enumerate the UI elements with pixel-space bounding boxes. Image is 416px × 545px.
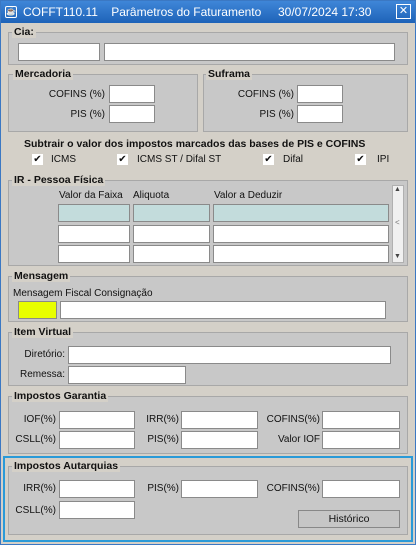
autarquias-pis-field[interactable]	[181, 480, 258, 498]
autarquias-cofins-field[interactable]	[322, 480, 400, 498]
autarquias-cofins-label: COFINS(%)	[266, 483, 320, 494]
ir-row3-valor-deduzir[interactable]	[213, 245, 389, 263]
icms-st-difal-st-checkbox[interactable]: ✔	[117, 154, 128, 165]
mensagem-code-field[interactable]	[18, 301, 57, 319]
mercadoria-cofins-label: COFINS (%)	[48, 89, 105, 100]
ir-row2-valor-deduzir[interactable]	[213, 225, 389, 243]
item-virtual-legend: Item Virtual	[12, 326, 73, 338]
garantia-pis-label: PIS(%)	[147, 434, 179, 445]
historico-button[interactable]: Histórico	[298, 510, 400, 528]
close-icon[interactable]: ✕	[396, 4, 411, 19]
suframa-cofins-field[interactable]	[297, 85, 343, 103]
garantia-irr-field[interactable]	[181, 411, 258, 429]
garantia-legend: Impostos Garantia	[12, 390, 109, 402]
col-aliquota: Aliquota	[133, 190, 170, 201]
valor-iof-label: Valor IOF	[277, 434, 320, 445]
ir-row1-valor-faixa[interactable]	[58, 204, 130, 222]
ir-row1-valor-deduzir[interactable]	[213, 204, 389, 222]
cia-code-field[interactable]	[18, 43, 100, 61]
suframa-panel	[203, 74, 408, 132]
icms-label: ICMS	[51, 154, 76, 165]
suframa-legend: Suframa	[206, 68, 253, 80]
icms-st-difal-st-label: ICMS ST / Difal ST	[137, 154, 222, 165]
ir-row2-valor-faixa[interactable]	[58, 225, 130, 243]
parametros-faturamento-window: ☕ COFFT110.11 Parâmetros do Faturamento …	[0, 0, 416, 545]
valor-iof-field[interactable]	[322, 431, 400, 449]
autarquias-csll-field[interactable]	[59, 501, 135, 519]
ir-legend: IR - Pessoa Física	[12, 174, 106, 186]
garantia-iof-field[interactable]	[59, 411, 135, 429]
col-valor-faixa: Valor da Faixa	[59, 190, 123, 201]
mensagem-text-field[interactable]	[60, 301, 386, 319]
window-title: COFFT110.11 Parâmetros do Faturamento 30…	[23, 5, 372, 19]
cia-name-field[interactable]	[104, 43, 395, 61]
scroll-thumb-icon[interactable]: <	[395, 218, 400, 227]
col-valor-deduzir: Valor a Deduzir	[214, 190, 283, 201]
diretorio-field[interactable]	[68, 346, 391, 364]
ir-row1-aliquota[interactable]	[133, 204, 210, 222]
suframa-pis-field[interactable]	[297, 105, 343, 123]
scroll-down-icon[interactable]: ▼	[394, 253, 401, 260]
garantia-csll-label: CSLL(%)	[15, 434, 56, 445]
mensagem-fiscal-label: Mensagem Fiscal Consignação	[13, 288, 153, 299]
diretorio-label: Diretório:	[24, 349, 65, 360]
title-bar: ☕ COFFT110.11 Parâmetros do Faturamento …	[1, 1, 415, 23]
autarquias-pis-label: PIS(%)	[147, 483, 179, 494]
autarquias-legend: Impostos Autarquias	[12, 460, 121, 472]
mercadoria-legend: Mercadoria	[13, 68, 74, 80]
ir-row3-aliquota[interactable]	[133, 245, 210, 263]
cia-legend: Cia:	[12, 26, 36, 38]
autarquias-irr-label: IRR(%)	[23, 483, 56, 494]
mercadoria-cofins-field[interactable]	[109, 85, 155, 103]
ir-row3-valor-faixa[interactable]	[58, 245, 130, 263]
ir-scrollbar[interactable]: ▲ < ▼	[392, 185, 404, 263]
oracle-forms-icon: ☕	[5, 6, 17, 18]
ipi-label: IPI	[377, 154, 390, 165]
garantia-pis-field[interactable]	[181, 431, 258, 449]
remessa-field[interactable]	[68, 366, 186, 384]
mercadoria-pis-label: PIS (%)	[70, 109, 105, 120]
difal-label: Difal	[283, 154, 304, 165]
garantia-cofins-field[interactable]	[322, 411, 400, 429]
garantia-cofins-label: COFINS(%)	[266, 414, 320, 425]
subtrair-title: Subtrair o valor dos impostos marcados d…	[24, 138, 366, 150]
suframa-pis-label: PIS (%)	[259, 109, 294, 120]
mercadoria-pis-field[interactable]	[109, 105, 155, 123]
mercadoria-panel	[8, 74, 198, 132]
suframa-cofins-label: COFINS (%)	[237, 89, 294, 100]
remessa-label: Remessa:	[19, 369, 65, 380]
autarquias-irr-field[interactable]	[59, 480, 135, 498]
mensagem-legend: Mensagem	[12, 270, 71, 282]
scroll-up-icon[interactable]: ▲	[394, 186, 401, 193]
garantia-irr-label: IRR(%)	[146, 414, 179, 425]
garantia-iof-label: IOF(%)	[23, 414, 56, 425]
icms-checkbox[interactable]: ✔	[32, 154, 43, 165]
autarquias-csll-label: CSLL(%)	[15, 505, 56, 516]
ir-row2-aliquota[interactable]	[133, 225, 210, 243]
ipi-checkbox[interactable]: ✔	[355, 154, 366, 165]
difal-checkbox[interactable]: ✔	[263, 154, 274, 165]
garantia-csll-field[interactable]	[59, 431, 135, 449]
